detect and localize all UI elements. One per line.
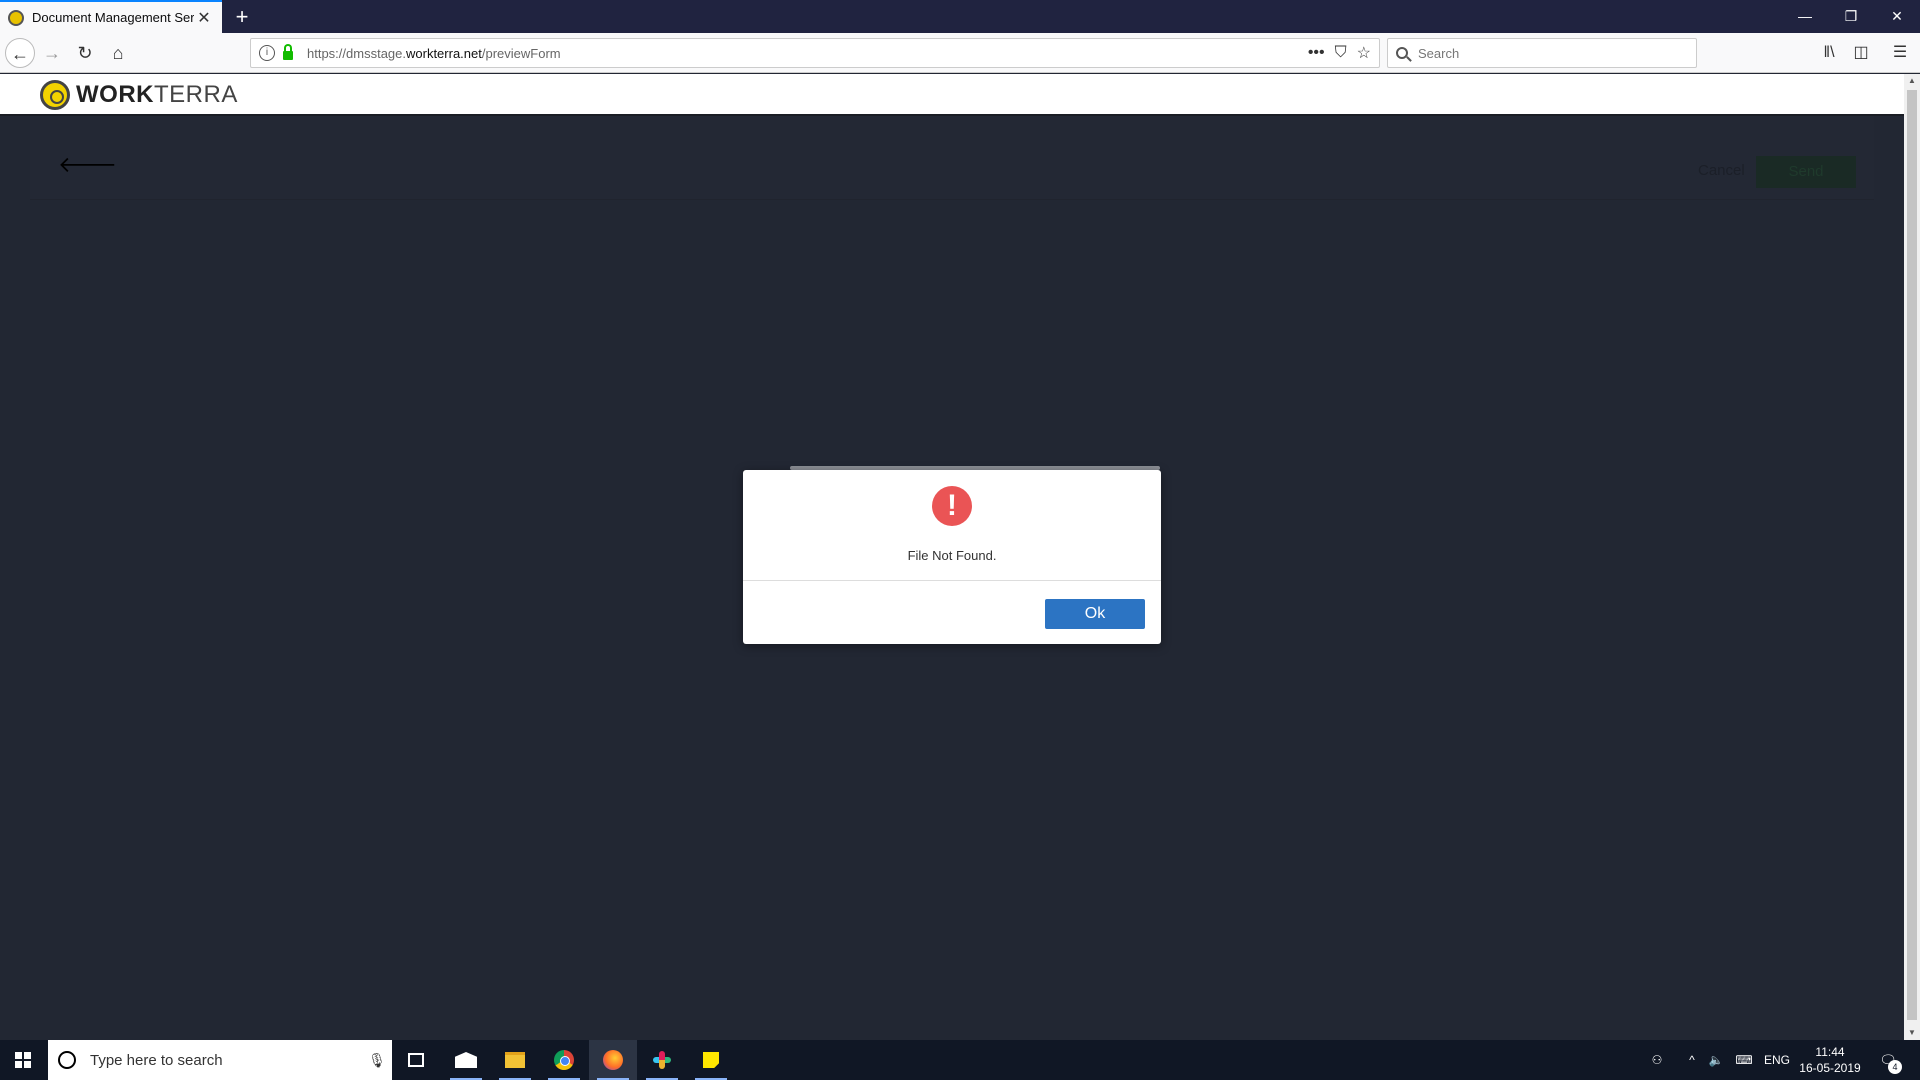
logo-text: WORKTERRA <box>76 81 238 108</box>
url-bar[interactable]: i https://dmsstage.workterra.net/preview… <box>250 38 1380 68</box>
new-tab-button[interactable]: + <box>228 3 256 31</box>
taskbar-slack[interactable] <box>638 1040 686 1080</box>
cortana-icon <box>58 1051 76 1069</box>
hamburger-menu-icon[interactable]: ☰ <box>1886 38 1914 68</box>
file-explorer-icon <box>505 1052 525 1068</box>
scroll-thumb[interactable] <box>1907 90 1917 1020</box>
scroll-up-arrow-icon[interactable]: ▲ <box>1904 74 1920 88</box>
windows-taskbar: Type here to search 🎙 ⚇ ^ 🔈 ⌨ ENG 11:44 … <box>0 1040 1920 1080</box>
slack-icon <box>653 1051 671 1069</box>
bookmark-star-icon[interactable]: ☆ <box>1357 43 1371 63</box>
taskbar-sticky-notes[interactable] <box>687 1040 735 1080</box>
taskbar-file-explorer[interactable] <box>491 1040 539 1080</box>
firefox-icon <box>603 1050 623 1070</box>
send-button[interactable]: Send <box>1756 156 1856 188</box>
tab-title: Document Management Servic <box>32 10 194 25</box>
minimize-window-button[interactable]: — <box>1782 0 1828 33</box>
cancel-button[interactable]: Cancel <box>1698 162 1745 179</box>
task-view-icon <box>408 1053 424 1067</box>
reload-button[interactable]: ↻ <box>70 38 100 68</box>
forward-button[interactable]: → <box>37 38 67 68</box>
action-center-icon[interactable]: 🗨 4 <box>1876 1048 1902 1074</box>
error-dialog: ! File Not Found. Ok <box>743 470 1161 644</box>
workterra-logo-icon <box>40 80 70 110</box>
library-icon[interactable]: ‖\ <box>1815 38 1843 68</box>
clock-date: 16-05-2019 <box>1799 1061 1861 1075</box>
microphone-icon[interactable]: 🎙 <box>362 1052 392 1069</box>
windows-logo-icon <box>15 1052 31 1068</box>
chrome-icon <box>554 1050 574 1070</box>
home-button[interactable]: ⌂ <box>103 38 133 68</box>
show-hidden-icons-chevron-icon[interactable]: ^ <box>1680 1040 1704 1080</box>
browser-navbar: ← → ↻ ⌂ i https://dmsstage.workterra.net… <box>0 33 1920 73</box>
error-exclamation-icon: ! <box>932 486 972 526</box>
taskbar-chrome[interactable] <box>540 1040 588 1080</box>
start-button[interactable] <box>0 1040 46 1080</box>
back-arrow-icon[interactable]: 🡐 <box>58 152 117 178</box>
taskbar-mail-app[interactable] <box>442 1040 490 1080</box>
secure-lock-icon[interactable] <box>283 43 293 60</box>
sidebar-toggle-icon[interactable]: ◫ <box>1847 38 1875 68</box>
site-info-icon[interactable]: i <box>259 45 275 61</box>
preview-toolbar: 🡐 Cancel Send <box>30 116 1874 200</box>
dialog-divider <box>743 580 1161 581</box>
input-language[interactable]: ENG <box>1762 1040 1792 1080</box>
restore-window-button[interactable]: ❐ <box>1828 0 1874 33</box>
scroll-down-arrow-icon[interactable]: ▼ <box>1904 1026 1920 1040</box>
taskbar-search-box[interactable]: Type here to search 🎙 <box>48 1040 392 1080</box>
workterra-logo[interactable]: WORKTERRA <box>40 80 238 110</box>
pocket-icon[interactable]: ⛉ <box>1335 44 1347 62</box>
clock-time: 11:44 <box>1815 1045 1845 1059</box>
vertical-scrollbar[interactable]: ▲ ▼ <box>1904 74 1920 1040</box>
task-view-button[interactable] <box>392 1040 440 1080</box>
people-icon[interactable]: ⚇ <box>1645 1040 1669 1080</box>
browser-search-field[interactable]: Search <box>1387 38 1697 68</box>
url-text[interactable]: https://dmsstage.workterra.net/previewFo… <box>307 46 561 61</box>
mail-icon <box>455 1052 477 1068</box>
page-actions-icon[interactable]: ••• <box>1308 44 1325 62</box>
workterra-favicon-icon <box>8 9 24 26</box>
keyboard-icon[interactable]: ⌨ <box>1730 1040 1758 1080</box>
browser-tab-active[interactable]: Document Management Servic ✕ <box>0 0 222 33</box>
volume-icon[interactable]: 🔈 <box>1704 1040 1728 1080</box>
notification-count-badge: 4 <box>1888 1060 1902 1074</box>
dialog-message: File Not Found. <box>907 548 997 563</box>
system-clock[interactable]: 11:44 16-05-2019 <box>1790 1044 1870 1076</box>
taskbar-search-placeholder: Type here to search <box>90 1051 223 1069</box>
search-icon <box>1396 47 1408 59</box>
taskbar-firefox[interactable] <box>589 1040 637 1080</box>
close-tab-icon[interactable]: ✕ <box>194 8 214 28</box>
sticky-notes-icon <box>703 1052 719 1068</box>
back-button[interactable]: ← <box>5 38 35 68</box>
app-header: WORKTERRA <box>0 74 1904 116</box>
ok-button[interactable]: Ok <box>1045 599 1145 629</box>
browser-tab-strip: Document Management Servic ✕ + — ❐ ✕ <box>0 0 1920 33</box>
search-placeholder: Search <box>1418 45 1460 61</box>
close-window-button[interactable]: ✕ <box>1874 0 1920 33</box>
